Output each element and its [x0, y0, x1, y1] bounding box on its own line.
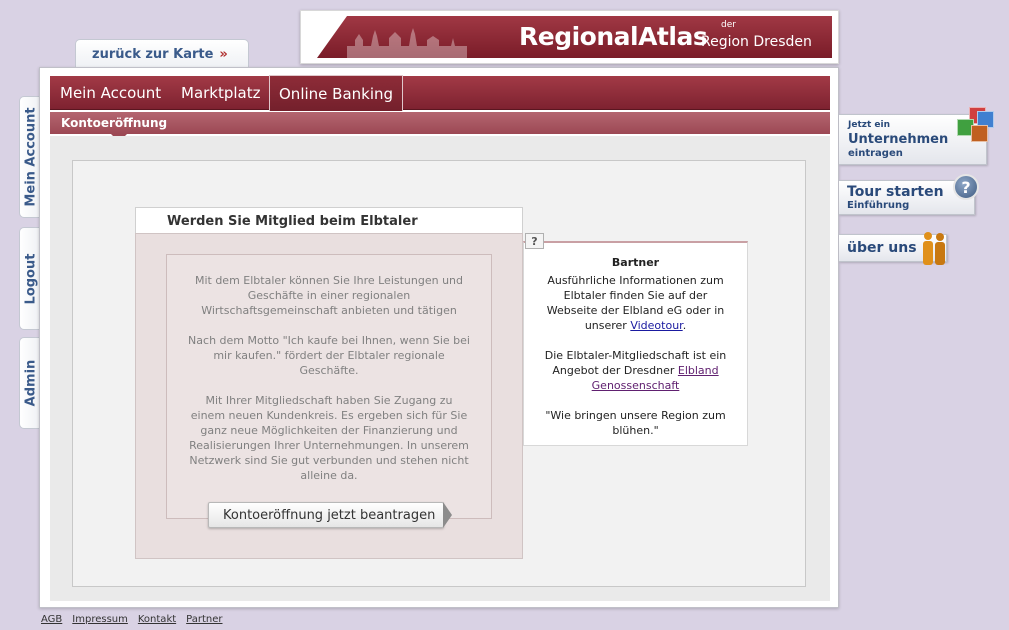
footer-link-kontakt[interactable]: Kontakt — [138, 614, 176, 625]
left-tab-label: Mein Account — [23, 107, 38, 207]
help-circle-icon: ? — [953, 174, 979, 200]
sub-tab-kontoeroeffnung[interactable]: Kontoeröffnung — [61, 116, 167, 130]
footer-link-impressum[interactable]: Impressum — [72, 614, 128, 625]
start-tour-line1: Tour starten — [847, 184, 944, 200]
footer-links: AGB Impressum Kontakt Partner — [41, 614, 223, 625]
bartner-info-box: Bartner Ausführliche Informationen zum E… — [523, 241, 748, 446]
apply-account-button[interactable]: Kontoeröffnung jetzt beantragen — [208, 502, 452, 528]
help-question-icon[interactable]: ? — [525, 233, 544, 249]
bartner-text: . — [682, 319, 687, 332]
banner-title: RegionalAtlas — [519, 22, 708, 51]
about-us-label: über uns — [847, 240, 917, 256]
tab-label: Marktplatz — [181, 84, 261, 102]
left-tab-label: Logout — [23, 253, 38, 304]
bartner-paragraph: Die Elbtaler-Mitgliedschaft ist ein Ange… — [538, 348, 733, 393]
people-icon — [923, 232, 945, 265]
back-to-map-tab[interactable]: zurück zur Karte » — [75, 39, 249, 69]
add-company-line2: Unternehmen — [848, 132, 949, 147]
start-tour-line2: Einführung — [847, 200, 910, 211]
chevron-right-icon — [443, 502, 452, 528]
footer-link-agb[interactable]: AGB — [41, 614, 62, 625]
left-tab-mein-account[interactable]: Mein Account — [19, 96, 41, 218]
left-tab-label: Admin — [23, 359, 38, 407]
left-tab-logout[interactable]: Logout — [19, 227, 41, 330]
banner-logo: RegionalAtlas der Region Dresden — [317, 16, 832, 58]
header-banner[interactable]: RegionalAtlas der Region Dresden — [300, 10, 839, 64]
tab-online-banking[interactable]: Online Banking — [269, 75, 404, 111]
content-inner-box: Werden Sie Mitglied beim Elbtaler Mit de… — [72, 160, 806, 587]
dresden-skyline-icon — [347, 28, 467, 58]
left-tab-admin[interactable]: Admin — [19, 337, 41, 429]
tab-marktplatz[interactable]: Marktplatz — [172, 76, 270, 110]
colored-cubes-icon — [957, 107, 994, 147]
footer-link-partner[interactable]: Partner — [186, 614, 222, 625]
main-nav-bar: Mein Account Marktplatz Online Banking — [50, 75, 830, 111]
videotour-link[interactable]: Videotour — [630, 319, 682, 332]
tab-label: Online Banking — [279, 84, 394, 103]
double-chevron-right-icon: » — [219, 47, 228, 62]
member-paragraph: Nach dem Motto "Ich kaufe bei Ihnen, wen… — [188, 334, 470, 377]
main-panel: Mein Account Marktplatz Online Banking K… — [39, 67, 839, 608]
bartner-paragraph: Ausführliche Informationen zum Elbtaler … — [538, 273, 733, 333]
content-area: Werden Sie Mitglied beim Elbtaler Mit de… — [50, 136, 830, 601]
bartner-quote: "Wie bringen unsere Region zum blühen." — [545, 409, 726, 437]
banner-region: Region Dresden — [701, 34, 812, 50]
bartner-title: Bartner — [611, 256, 660, 269]
add-company-line1: Jetzt ein — [848, 120, 891, 130]
about-us-button[interactable]: über uns — [839, 232, 947, 265]
member-paragraph: Mit Ihrer Mitgliedschaft haben Sie Zugan… — [189, 394, 469, 482]
back-to-map-label: zurück zur Karte — [92, 47, 214, 62]
add-company-line3: eintragen — [848, 148, 903, 159]
member-info-box: Mit dem Elbtaler können Sie Ihre Leistun… — [135, 233, 523, 559]
tab-label: Mein Account — [60, 84, 162, 102]
add-company-button[interactable]: Jetzt ein Unternehmen eintragen — [839, 107, 994, 165]
member-info-text: Mit dem Elbtaler können Sie Ihre Leistun… — [166, 254, 492, 519]
tab-mein-account[interactable]: Mein Account — [51, 76, 170, 110]
sub-nav-bar: Kontoeröffnung — [50, 112, 830, 142]
member-paragraph: Mit dem Elbtaler können Sie Ihre Leistun… — [194, 274, 464, 317]
banner-der: der — [721, 20, 736, 30]
start-tour-button[interactable]: Tour starten Einführung ? — [839, 174, 979, 215]
member-box-title: Werden Sie Mitglied beim Elbtaler — [135, 207, 523, 233]
apply-account-label: Kontoeröffnung jetzt beantragen — [223, 508, 436, 523]
